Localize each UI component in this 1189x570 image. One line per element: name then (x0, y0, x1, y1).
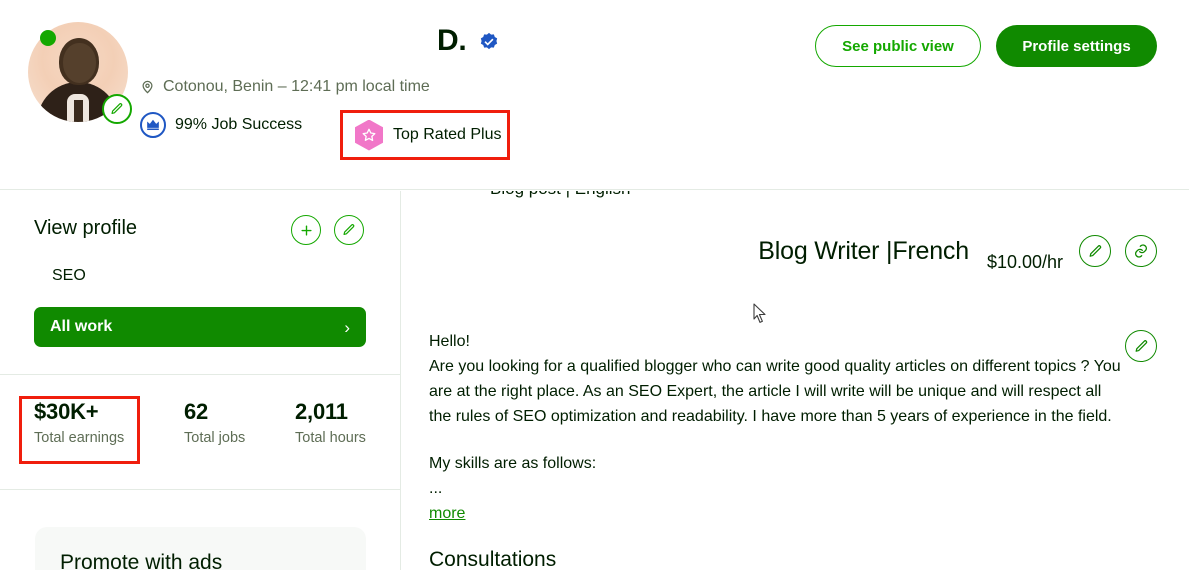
job-title-bar: Blog Writer |French $10.00/hr (402, 223, 1189, 279)
view-profile-actions (291, 215, 364, 245)
verified-check-icon (481, 32, 498, 50)
avatar-edit-button[interactable] (102, 94, 132, 124)
stat-label: Total jobs (184, 430, 246, 446)
stat-total-jobs: 62 Total jobs (184, 399, 295, 446)
profile-name: D. (437, 24, 467, 57)
stat-label: Total earnings (34, 430, 125, 446)
job-title-actions (1079, 235, 1157, 267)
main-content: Blog post | English Blog Writer |French … (402, 191, 1189, 570)
location-row: Cotonou, Benin – 12:41 pm local time (140, 78, 430, 96)
online-dot-icon (40, 30, 56, 46)
stat-total-earnings: $30K+ Total earnings (34, 399, 184, 446)
stat-label: Total hours (295, 430, 366, 446)
description-ellipsis: ... (429, 480, 443, 497)
badges-row: 99% Job Success (140, 112, 302, 138)
add-profile-button[interactable] (291, 215, 321, 245)
description-line-3: My skills are as follows: (429, 455, 597, 472)
star-glyph (362, 128, 376, 142)
pencil-icon (343, 224, 355, 235)
top-rated-plus-badge-annotated[interactable]: Top Rated Plus (340, 110, 510, 160)
crown-icon (140, 112, 166, 138)
profile-page: D. Cotonou, Benin – 12:41 pm local time (0, 0, 1189, 570)
profile-settings-button[interactable]: Profile settings (996, 25, 1157, 67)
location-text: Cotonou, Benin – 12:41 pm local time (163, 78, 430, 95)
crown-glyph (147, 119, 159, 131)
stat-total-hours: 2,011 Total hours (295, 399, 366, 446)
job-description: Hello! Are you looking for a qualified b… (429, 329, 1121, 526)
description-line-2: Are you looking for a qualified blogger … (429, 358, 1121, 425)
stats-row: $30K+ Total earnings 62 Total jobs 2,011… (34, 399, 366, 446)
location-pin-icon (142, 80, 153, 94)
clipped-previous-row: Blog post | English (490, 191, 631, 199)
star-hexagon-icon (355, 119, 383, 151)
stat-value: 62 (184, 399, 209, 424)
view-profile-title: View profile (34, 217, 138, 239)
specialization-label: SEO (52, 267, 86, 284)
link-chain-icon (1135, 244, 1147, 258)
copy-link-button[interactable] (1125, 235, 1157, 267)
edit-job-button[interactable] (1079, 235, 1111, 267)
edit-description-button[interactable] (1125, 330, 1157, 362)
plus-icon (300, 224, 312, 236)
pencil-icon (1135, 339, 1147, 352)
view-profile-section: View profile SEO All work › (0, 191, 400, 375)
edit-profile-button[interactable] (334, 215, 364, 245)
promote-with-ads-card[interactable]: Promote with ads (35, 527, 366, 570)
sidebar: View profile SEO All work › $30K+ Total … (0, 191, 401, 570)
pencil-icon (1089, 244, 1101, 257)
top-rated-plus-label: Top Rated Plus (393, 126, 502, 143)
pencil-icon (111, 103, 123, 114)
avatar-face (63, 43, 96, 83)
promote-with-ads-title: Promote with ads (60, 551, 223, 570)
stat-value: 2,011 (295, 399, 348, 424)
description-line-1: Hello! (429, 333, 470, 350)
see-public-view-button[interactable]: See public view (815, 25, 981, 67)
job-success-text: 99% Job Success (175, 116, 303, 133)
avatar-container[interactable] (28, 22, 132, 124)
all-work-label: All work (50, 318, 113, 335)
job-success-badge[interactable]: 99% Job Success (140, 112, 302, 138)
all-work-button[interactable]: All work › (34, 307, 366, 347)
more-link[interactable]: more (429, 505, 465, 522)
job-rate: $10.00/hr (986, 252, 1063, 272)
avatar-tie (74, 100, 83, 122)
chevron-right-icon: › (344, 317, 350, 337)
profile-header: D. Cotonou, Benin – 12:41 pm local time (0, 0, 1189, 190)
profile-name-row: D. (437, 24, 500, 58)
stat-value: $30K+ (34, 399, 99, 424)
stats-section: $30K+ Total earnings 62 Total jobs 2,011… (0, 375, 400, 490)
job-title: Blog Writer |French (758, 236, 969, 265)
consultations-title: Consultations (429, 548, 557, 570)
